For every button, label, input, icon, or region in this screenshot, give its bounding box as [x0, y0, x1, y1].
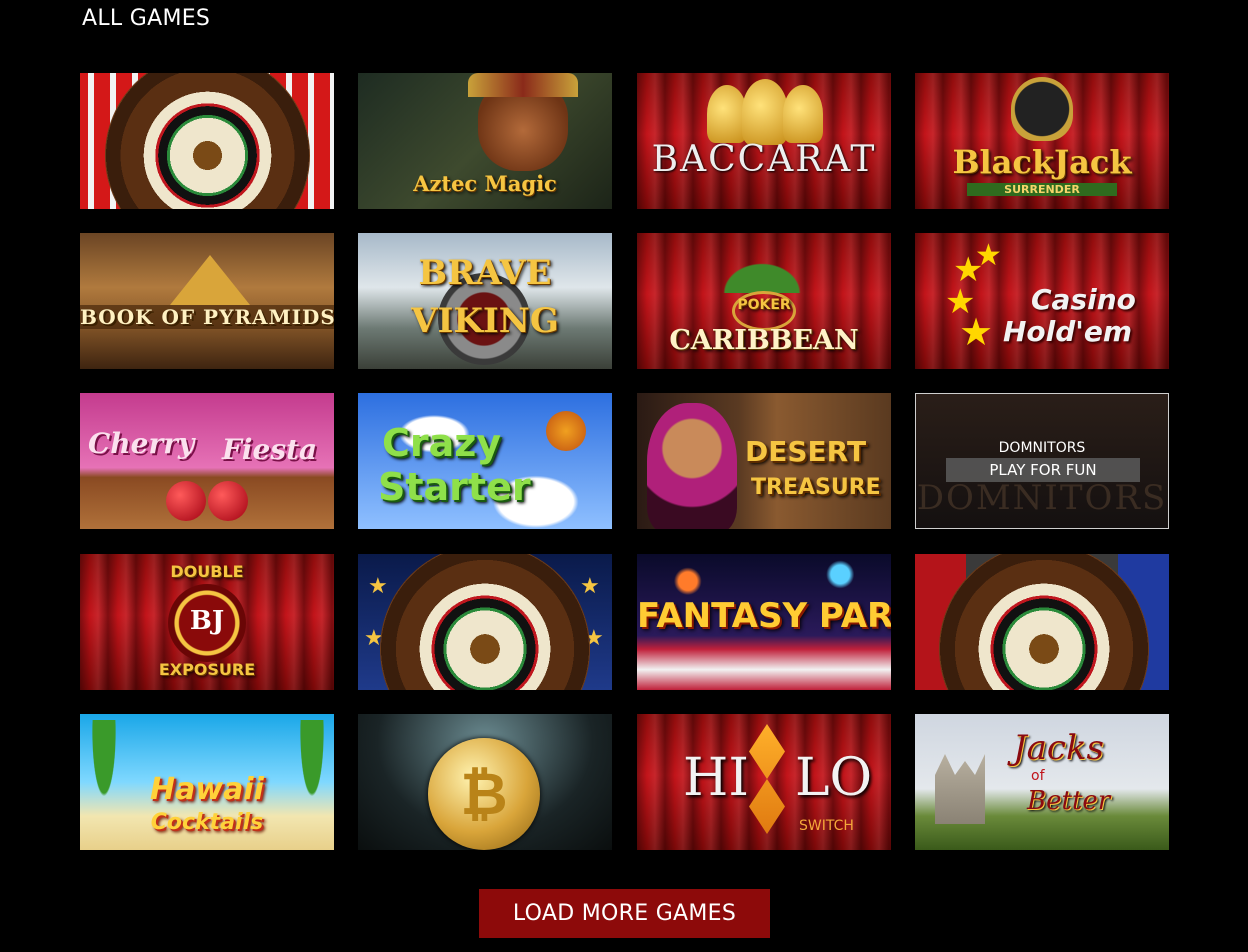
game-title-lo: LO [795, 748, 873, 808]
game-pretitle: POKER [737, 297, 791, 313]
game-tile-hawaii-cocktails[interactable]: Hawaii Cocktails [80, 714, 334, 850]
game-pretitle: DOUBLE [170, 562, 244, 581]
game-subtitle: Hold'em [1003, 315, 1133, 348]
game-title: BRAVE [418, 253, 552, 293]
game-tile-american-roulette[interactable] [915, 554, 1169, 690]
roulette-wheel-icon [105, 73, 310, 209]
game-title: Casino [1031, 283, 1136, 316]
game-tile-aztec-magic[interactable]: Aztec Magic [358, 73, 612, 209]
game-tile-double-exposure-blackjack[interactable]: BJ DOUBLE EXPOSURE [80, 554, 334, 690]
game-subtitle: TREASURE [751, 475, 881, 500]
game-tile-jacks-or-better[interactable]: Jacks of Better [915, 714, 1169, 850]
game-pretitle: of [1031, 768, 1045, 784]
spade-icon [1011, 77, 1073, 141]
game-tile-cherry-fiesta[interactable]: Cherry Fiesta [80, 393, 334, 529]
game-title: DOMNITORS [998, 440, 1086, 456]
game-tile-fantasy-park[interactable]: FANTASY PARK [637, 554, 891, 690]
game-tile-bitcoin[interactable]: ₿ [358, 714, 612, 850]
page-title: ALL GAMES [82, 6, 211, 31]
game-title: HI [683, 748, 749, 808]
star-icon: ★ [368, 574, 388, 599]
game-title: Aztec Magic [413, 171, 557, 196]
game-title: CARIBBEAN [669, 325, 859, 356]
game-tile-desert-treasure[interactable]: DESERT TREASURE [637, 393, 891, 529]
dome-icon [707, 85, 747, 143]
game-subtitle: EXPOSURE [158, 660, 256, 679]
game-title: BlackJack [952, 143, 1132, 181]
roulette-wheel-icon [380, 554, 590, 690]
game-tile-brave-viking[interactable]: BRAVE VIKING [358, 233, 612, 369]
game-title: FANTASY PARK [637, 596, 891, 636]
game-subtitle: Fiesta [222, 433, 318, 466]
roulette-wheel-icon [939, 554, 1149, 690]
game-tile-book-of-pyramids[interactable]: BOOK OF PYRAMIDS [80, 233, 334, 369]
game-tile-blackjack-surrender[interactable]: BlackJack SURRENDER [915, 73, 1169, 209]
game-tile-european-roulette[interactable]: ★ ★ ★ ★ [358, 554, 612, 690]
bitcoin-coin-icon: ₿ [428, 738, 540, 850]
pyramid-icon [170, 255, 250, 305]
game-tile-roulette[interactable] [80, 73, 334, 209]
diamond-heart-icon [749, 724, 785, 834]
load-more-games-button[interactable]: LOAD MORE GAMES [479, 889, 770, 938]
game-subtitle: Cocktails [150, 810, 264, 835]
game-tile-baccarat[interactable]: BACCARAT [637, 73, 891, 209]
game-title: Jacks [1013, 728, 1104, 768]
game-title: Hawaii [150, 772, 264, 807]
game-subtitle: SWITCH [799, 818, 854, 834]
game-tile-hi-lo-switch[interactable]: HI LO SWITCH [637, 714, 891, 850]
game-tile-domnitors[interactable]: DOMNITORS DOMNITORS PLAY FOR FUN [915, 393, 1169, 529]
game-subtitle: SURRENDER [967, 183, 1117, 196]
domnitors-background-title: DOMNITORS [916, 478, 1168, 518]
game-tile-casino-holdem[interactable]: ★ ★ ★ ★ Casino Hold'em [915, 233, 1169, 369]
palm-icon [697, 243, 827, 293]
game-title: DESERT [745, 435, 867, 468]
game-tile-caribbean-poker[interactable]: POKER CARIBBEAN [637, 233, 891, 369]
game-tile-crazy-starter[interactable]: Crazy Starter [358, 393, 612, 529]
game-subtitle: Starter [378, 465, 531, 509]
play-for-fun-button[interactable]: PLAY FOR FUN [946, 458, 1140, 482]
game-title: BJ [189, 606, 225, 636]
cherry-icon [166, 481, 206, 521]
game-title: Cherry [88, 427, 195, 460]
castle-icon [935, 754, 985, 824]
game-subtitle: Better [1027, 786, 1111, 816]
game-title: BOOK OF PYRAMIDS [80, 305, 334, 329]
game-subtitle: VIKING [411, 301, 559, 341]
game-title: Crazy [382, 421, 502, 465]
mascot-icon [546, 411, 586, 451]
princess-icon [647, 403, 737, 529]
game-title: BACCARAT [651, 139, 877, 180]
